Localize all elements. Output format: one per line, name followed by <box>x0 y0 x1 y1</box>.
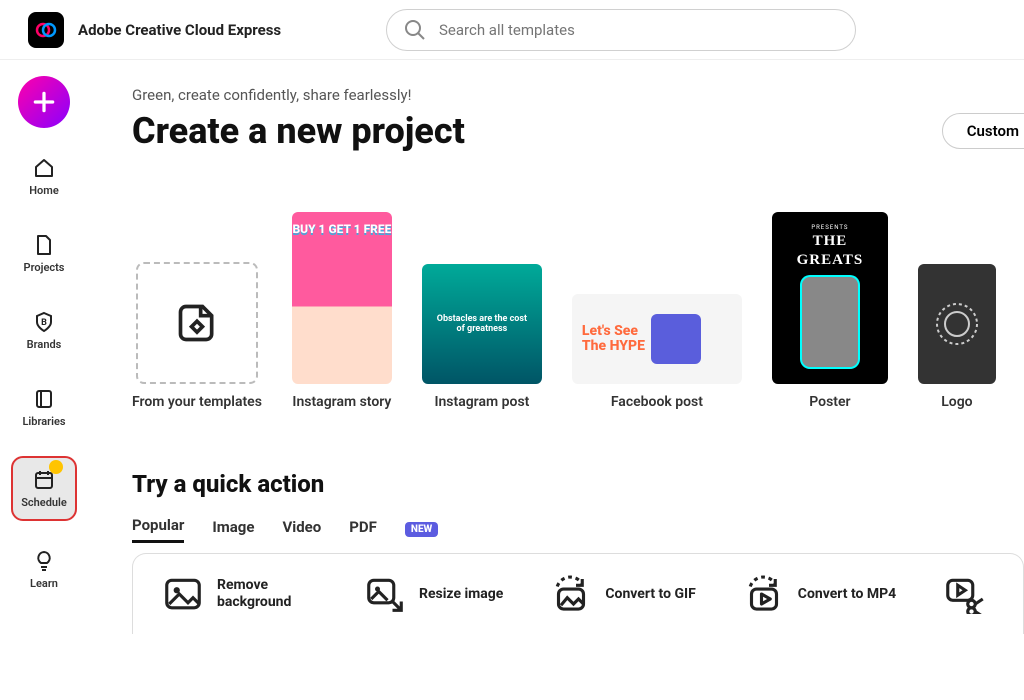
new-project-button[interactable] <box>18 76 70 128</box>
sidebar-item-schedule[interactable]: Schedule <box>11 456 77 521</box>
template-label: Instagram story <box>292 394 391 410</box>
sticker-icon <box>175 301 219 345</box>
template-card <box>136 262 258 384</box>
quick-action-tabs: Popular Image Video PDF NEW <box>132 516 1024 543</box>
sidebar-item-label: Projects <box>24 261 65 274</box>
search-bar[interactable] <box>386 9 856 51</box>
template-label: Facebook post <box>611 394 703 410</box>
qa-label: Convert to GIF <box>605 586 695 603</box>
sidebar-item-label: Schedule <box>21 496 67 509</box>
premium-badge-icon <box>49 460 63 474</box>
qa-label: Remove background <box>217 577 317 611</box>
main-content: Green, create confidently, share fearles… <box>88 60 1024 700</box>
sidebar-item-home[interactable]: Home <box>11 148 77 205</box>
header: Adobe Creative Cloud Express <box>0 0 1024 60</box>
lightbulb-icon <box>32 549 56 573</box>
home-icon <box>32 156 56 180</box>
template-logo[interactable]: Logo <box>918 264 996 410</box>
template-label: Instagram post <box>434 394 529 410</box>
sidebar-item-brands[interactable]: B Brands <box>11 302 77 359</box>
app-title: Adobe Creative Cloud Express <box>78 21 281 39</box>
custom-size-button[interactable]: Custom <box>942 113 1024 149</box>
new-badge: NEW <box>405 522 438 537</box>
tab-popular[interactable]: Popular <box>132 516 184 543</box>
template-label: Poster <box>809 394 850 410</box>
search-icon <box>403 18 427 42</box>
sidebar-item-learn[interactable]: Learn <box>11 541 77 598</box>
tab-pdf[interactable]: PDF <box>349 518 377 542</box>
sidebar-item-libraries[interactable]: Libraries <box>11 379 77 436</box>
qa-label: Resize image <box>419 586 503 603</box>
shield-icon: B <box>32 310 56 334</box>
file-icon <box>32 233 56 257</box>
template-instagram-story[interactable]: BUY 1 GET 1 FREE Instagram story <box>292 212 392 410</box>
app-logo <box>28 12 64 48</box>
plus-icon <box>31 89 57 115</box>
image-icon <box>163 574 203 614</box>
qa-resize-image[interactable]: Resize image <box>365 574 503 614</box>
template-poster[interactable]: PRESENTS THE GREATS Poster <box>772 212 888 410</box>
tab-video[interactable]: Video <box>282 518 321 542</box>
page-title: Create a new project <box>132 110 465 152</box>
convert-mp4-icon <box>744 574 784 614</box>
sidebar: Home Projects B Brands Libraries Schedul… <box>0 60 88 700</box>
sidebar-item-projects[interactable]: Projects <box>11 225 77 282</box>
template-instagram-post[interactable]: Obstacles are the cost of greatness Inst… <box>422 264 542 410</box>
trim-icon <box>944 574 984 614</box>
convert-gif-icon <box>551 574 591 614</box>
sidebar-item-label: Libraries <box>22 415 65 428</box>
qa-trim-video[interactable] <box>944 574 984 614</box>
template-card: PRESENTS THE GREATS <box>772 212 888 384</box>
template-card: Obstacles are the cost of greatness <box>422 264 542 384</box>
template-facebook-post[interactable]: Let's See The HYPE Facebook post <box>572 294 742 410</box>
sidebar-item-label: Learn <box>30 577 58 590</box>
templates-row: From your templates BUY 1 GET 1 FREE Ins… <box>132 212 1024 410</box>
template-label: Logo <box>941 394 972 410</box>
template-card: Let's See The HYPE <box>572 294 742 384</box>
qa-remove-background[interactable]: Remove background <box>163 574 317 614</box>
qa-convert-mp4[interactable]: Convert to MP4 <box>744 574 896 614</box>
sidebar-item-label: Brands <box>27 338 62 351</box>
tab-image[interactable]: Image <box>212 518 254 542</box>
qa-convert-gif[interactable]: Convert to GIF <box>551 574 695 614</box>
template-from-your-templates[interactable]: From your templates <box>132 262 262 410</box>
resize-icon <box>365 574 405 614</box>
template-card <box>918 264 996 384</box>
svg-text:B: B <box>41 318 47 328</box>
quick-actions-section: Try a quick action Popular Image Video P… <box>132 470 1024 634</box>
quick-actions-title: Try a quick action <box>132 470 1024 498</box>
qa-label: Convert to MP4 <box>798 586 896 603</box>
sidebar-item-label: Home <box>29 184 59 197</box>
search-input[interactable] <box>439 21 839 39</box>
template-label: From your templates <box>132 394 262 410</box>
quick-actions-row: Remove background Resize image Convert t… <box>132 553 1024 634</box>
template-card: BUY 1 GET 1 FREE <box>292 212 392 384</box>
book-icon <box>32 387 56 411</box>
tagline: Green, create confidently, share fearles… <box>132 86 1024 104</box>
logo-circle-icon <box>932 299 982 349</box>
